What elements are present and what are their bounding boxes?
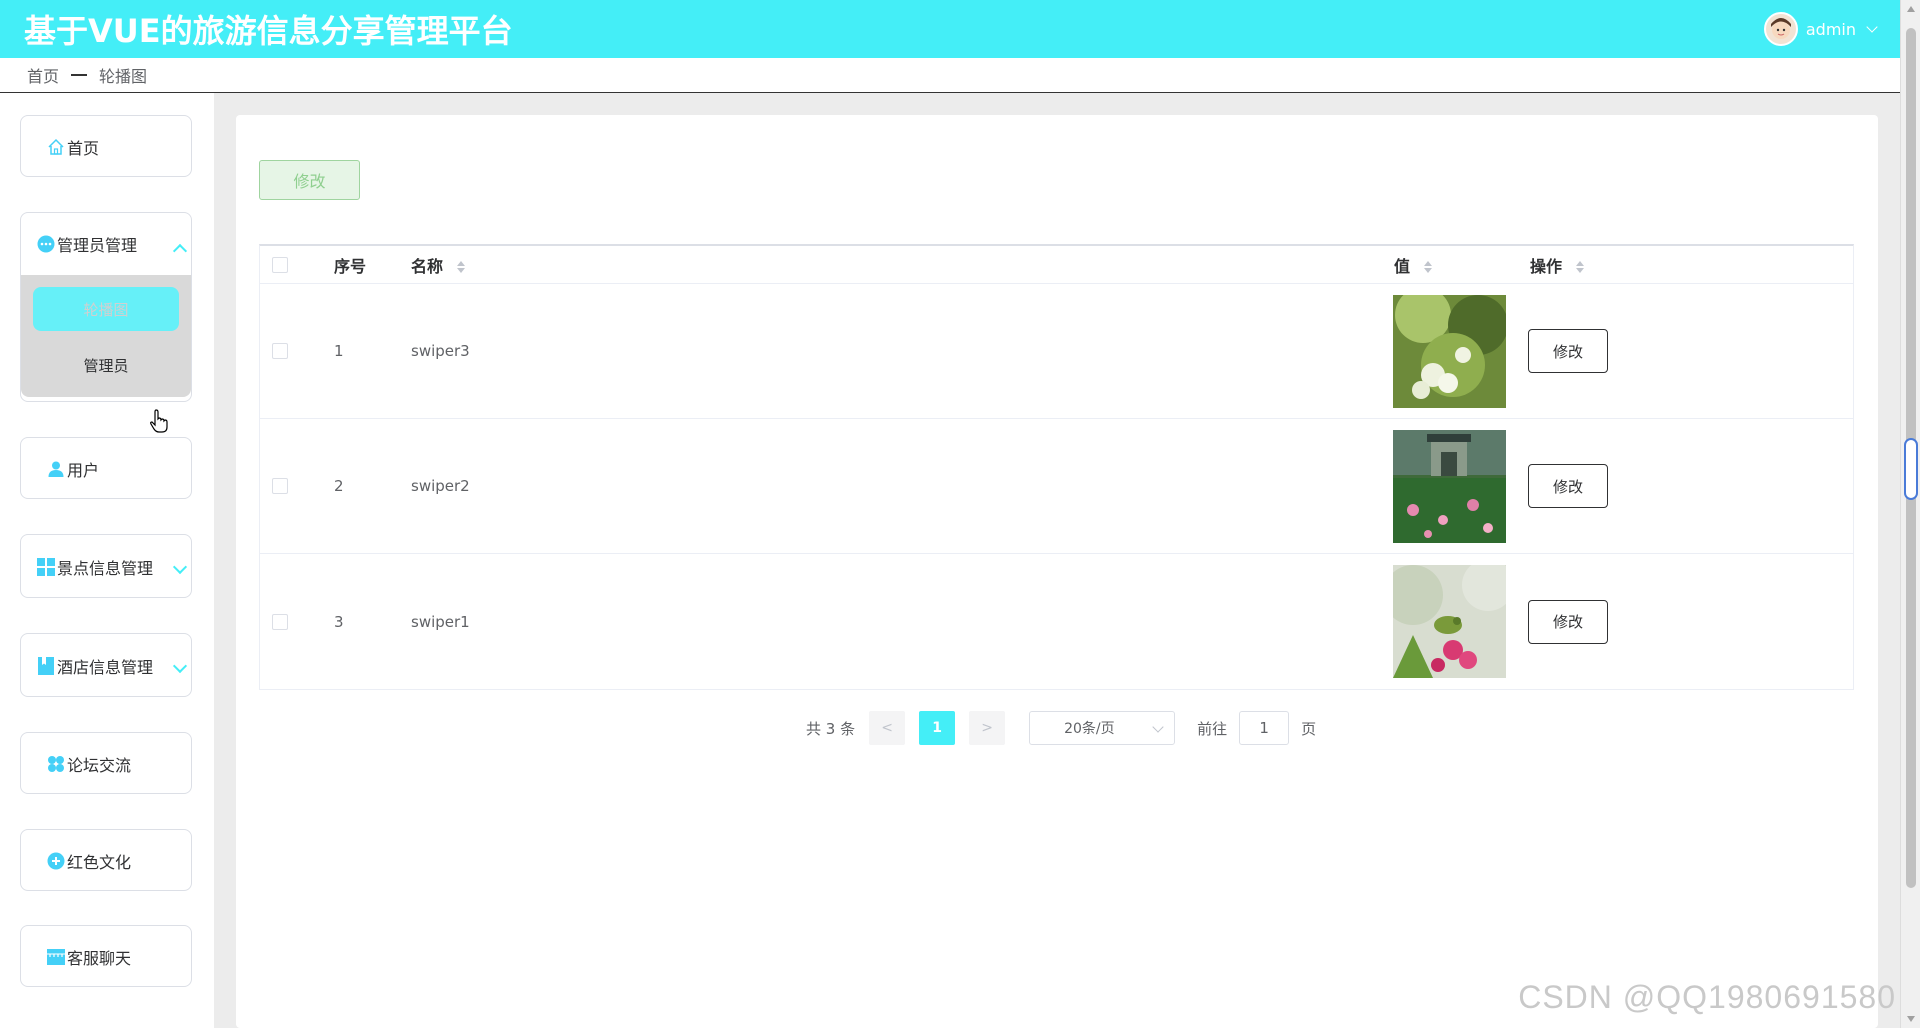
sidebar-item-customer-service[interactable]: 客服聊天 — [20, 925, 192, 987]
row-checkbox[interactable] — [272, 613, 288, 630]
breadcrumb-current: 轮播图 — [99, 67, 148, 86]
sidebar-item-label: 用户 — [67, 461, 100, 480]
page-suffix: 页 — [1301, 719, 1317, 738]
avatar[interactable] — [1763, 12, 1798, 46]
avatar-face-icon — [1770, 18, 1791, 39]
sidebar-item-forum[interactable]: 论坛交流 — [20, 732, 192, 794]
sort-icon[interactable] — [1575, 261, 1584, 273]
column-index: 序号 — [334, 256, 367, 276]
column-name[interactable]: 名称 — [411, 253, 465, 277]
chevron-down-icon[interactable] — [172, 656, 188, 675]
table-row: 3 swiper1 修改 — [260, 554, 1853, 689]
sidebar-item-scenic-management[interactable]: 景点信息管理 — [20, 534, 192, 598]
table-row: 2 swiper2 修改 — [260, 419, 1853, 554]
row-index: 2 — [334, 477, 344, 495]
more-dots-icon — [37, 235, 55, 253]
top-header: 基于VUE的旅游信息分享管理平台 admin — [0, 0, 1900, 58]
row-index: 1 — [334, 342, 344, 360]
chevron-down-icon[interactable] — [1866, 21, 1878, 33]
breadcrumb-separator — [71, 74, 88, 76]
user-icon — [47, 460, 65, 478]
goto-page-input[interactable]: 1 — [1239, 711, 1290, 745]
column-value-label: 值 — [1394, 256, 1411, 276]
sidebar-item-label: 首页 — [67, 139, 100, 158]
breadcrumb: 首页 轮播图 — [0, 58, 1900, 93]
carousel-table: 序号 名称 值 操作 1 swiper3 修改 2 swiper2 修改 3 s… — [259, 244, 1854, 690]
sidebar-item-label: 管理员管理 — [57, 236, 138, 255]
table-row: 1 swiper3 修改 — [260, 284, 1853, 419]
pagination: 共 3 条 < 1 > 20条/页 前往 1 页 — [806, 710, 1316, 746]
chevron-down-icon — [1152, 721, 1164, 733]
breadcrumb-home[interactable]: 首页 — [27, 63, 59, 87]
sidebar-item-home[interactable]: 首页 — [20, 115, 192, 177]
flower-icon — [47, 755, 65, 773]
row-name: swiper1 — [411, 612, 470, 631]
sidebar-subitem-carousel[interactable]: 轮播图 — [33, 287, 179, 331]
page-size-value: 20条/页 — [1064, 721, 1115, 737]
page-size-select[interactable]: 20条/页 — [1029, 711, 1176, 745]
select-all-checkbox[interactable] — [272, 256, 288, 273]
grid-icon — [37, 558, 55, 576]
row-name: swiper2 — [411, 477, 470, 495]
page-scrollbar[interactable] — [1900, 0, 1920, 1028]
scroll-down-icon[interactable] — [1907, 1016, 1915, 1022]
column-value[interactable]: 值 — [1394, 253, 1432, 277]
sidebar-item-admin-management[interactable]: 管理员管理 轮播图 管理员 — [20, 212, 192, 402]
page-number-button[interactable]: 1 — [919, 711, 956, 745]
shop-icon — [47, 948, 65, 966]
row-edit-button[interactable]: 修改 — [1528, 329, 1608, 373]
row-name: swiper3 — [411, 342, 470, 360]
hand-cursor-icon — [150, 409, 168, 437]
carousel-image[interactable] — [1393, 294, 1506, 408]
chevron-up-icon[interactable] — [172, 241, 188, 260]
sidebar-item-user[interactable]: 用户 — [20, 437, 192, 499]
edit-button[interactable]: 修改 — [259, 160, 360, 200]
plus-circle-icon — [47, 852, 65, 870]
table-header: 序号 名称 值 操作 — [260, 246, 1853, 284]
sidebar-subitem-admin[interactable]: 管理员 — [21, 343, 191, 387]
user-menu[interactable]: admin — [1763, 12, 1878, 46]
scroll-position-marker — [1904, 438, 1918, 500]
carousel-image[interactable] — [1393, 429, 1506, 543]
row-index: 3 — [334, 612, 344, 631]
sidebar-group-header[interactable]: 管理员管理 — [21, 213, 191, 275]
sidebar-item-label: 红色文化 — [67, 853, 132, 872]
row-edit-button[interactable]: 修改 — [1528, 599, 1608, 644]
row-checkbox[interactable] — [272, 478, 288, 494]
sidebar-item-label: 酒店信息管理 — [57, 658, 154, 677]
pagination-total: 共 3 条 — [806, 719, 856, 738]
column-action-label: 操作 — [1530, 256, 1563, 276]
sidebar-item-label: 景点信息管理 — [57, 559, 154, 578]
sidebar-item-red-culture[interactable]: 红色文化 — [20, 829, 192, 891]
watermark: CSDN @QQ1980691580 — [1518, 979, 1896, 1015]
sidebar: 首页 管理员管理 轮播图 管理员 用户 景点信息管理 酒店信息管理 论坛交流 红… — [0, 93, 214, 1028]
goto-label: 前往 — [1197, 719, 1228, 738]
row-checkbox[interactable] — [272, 343, 288, 359]
row-edit-button[interactable]: 修改 — [1528, 464, 1608, 508]
bookmark-icon — [37, 657, 55, 675]
sidebar-item-hotel-management[interactable]: 酒店信息管理 — [20, 633, 192, 697]
scroll-up-icon[interactable] — [1907, 6, 1915, 12]
chevron-down-icon[interactable] — [172, 557, 188, 576]
column-name-label: 名称 — [411, 256, 444, 276]
sidebar-item-label: 客服聊天 — [67, 949, 132, 968]
carousel-image[interactable] — [1393, 565, 1506, 678]
column-action[interactable]: 操作 — [1530, 253, 1584, 277]
sidebar-submenu: 轮播图 管理员 — [21, 275, 191, 397]
sort-icon[interactable] — [1423, 261, 1432, 273]
next-page-button[interactable]: > — [969, 711, 1006, 745]
home-icon — [47, 138, 65, 156]
prev-page-button[interactable]: < — [869, 711, 906, 745]
app-title: 基于VUE的旅游信息分享管理平台 — [24, 12, 513, 50]
sort-icon[interactable] — [456, 261, 465, 273]
sidebar-item-label: 论坛交流 — [67, 756, 132, 775]
username[interactable]: admin — [1806, 20, 1856, 39]
